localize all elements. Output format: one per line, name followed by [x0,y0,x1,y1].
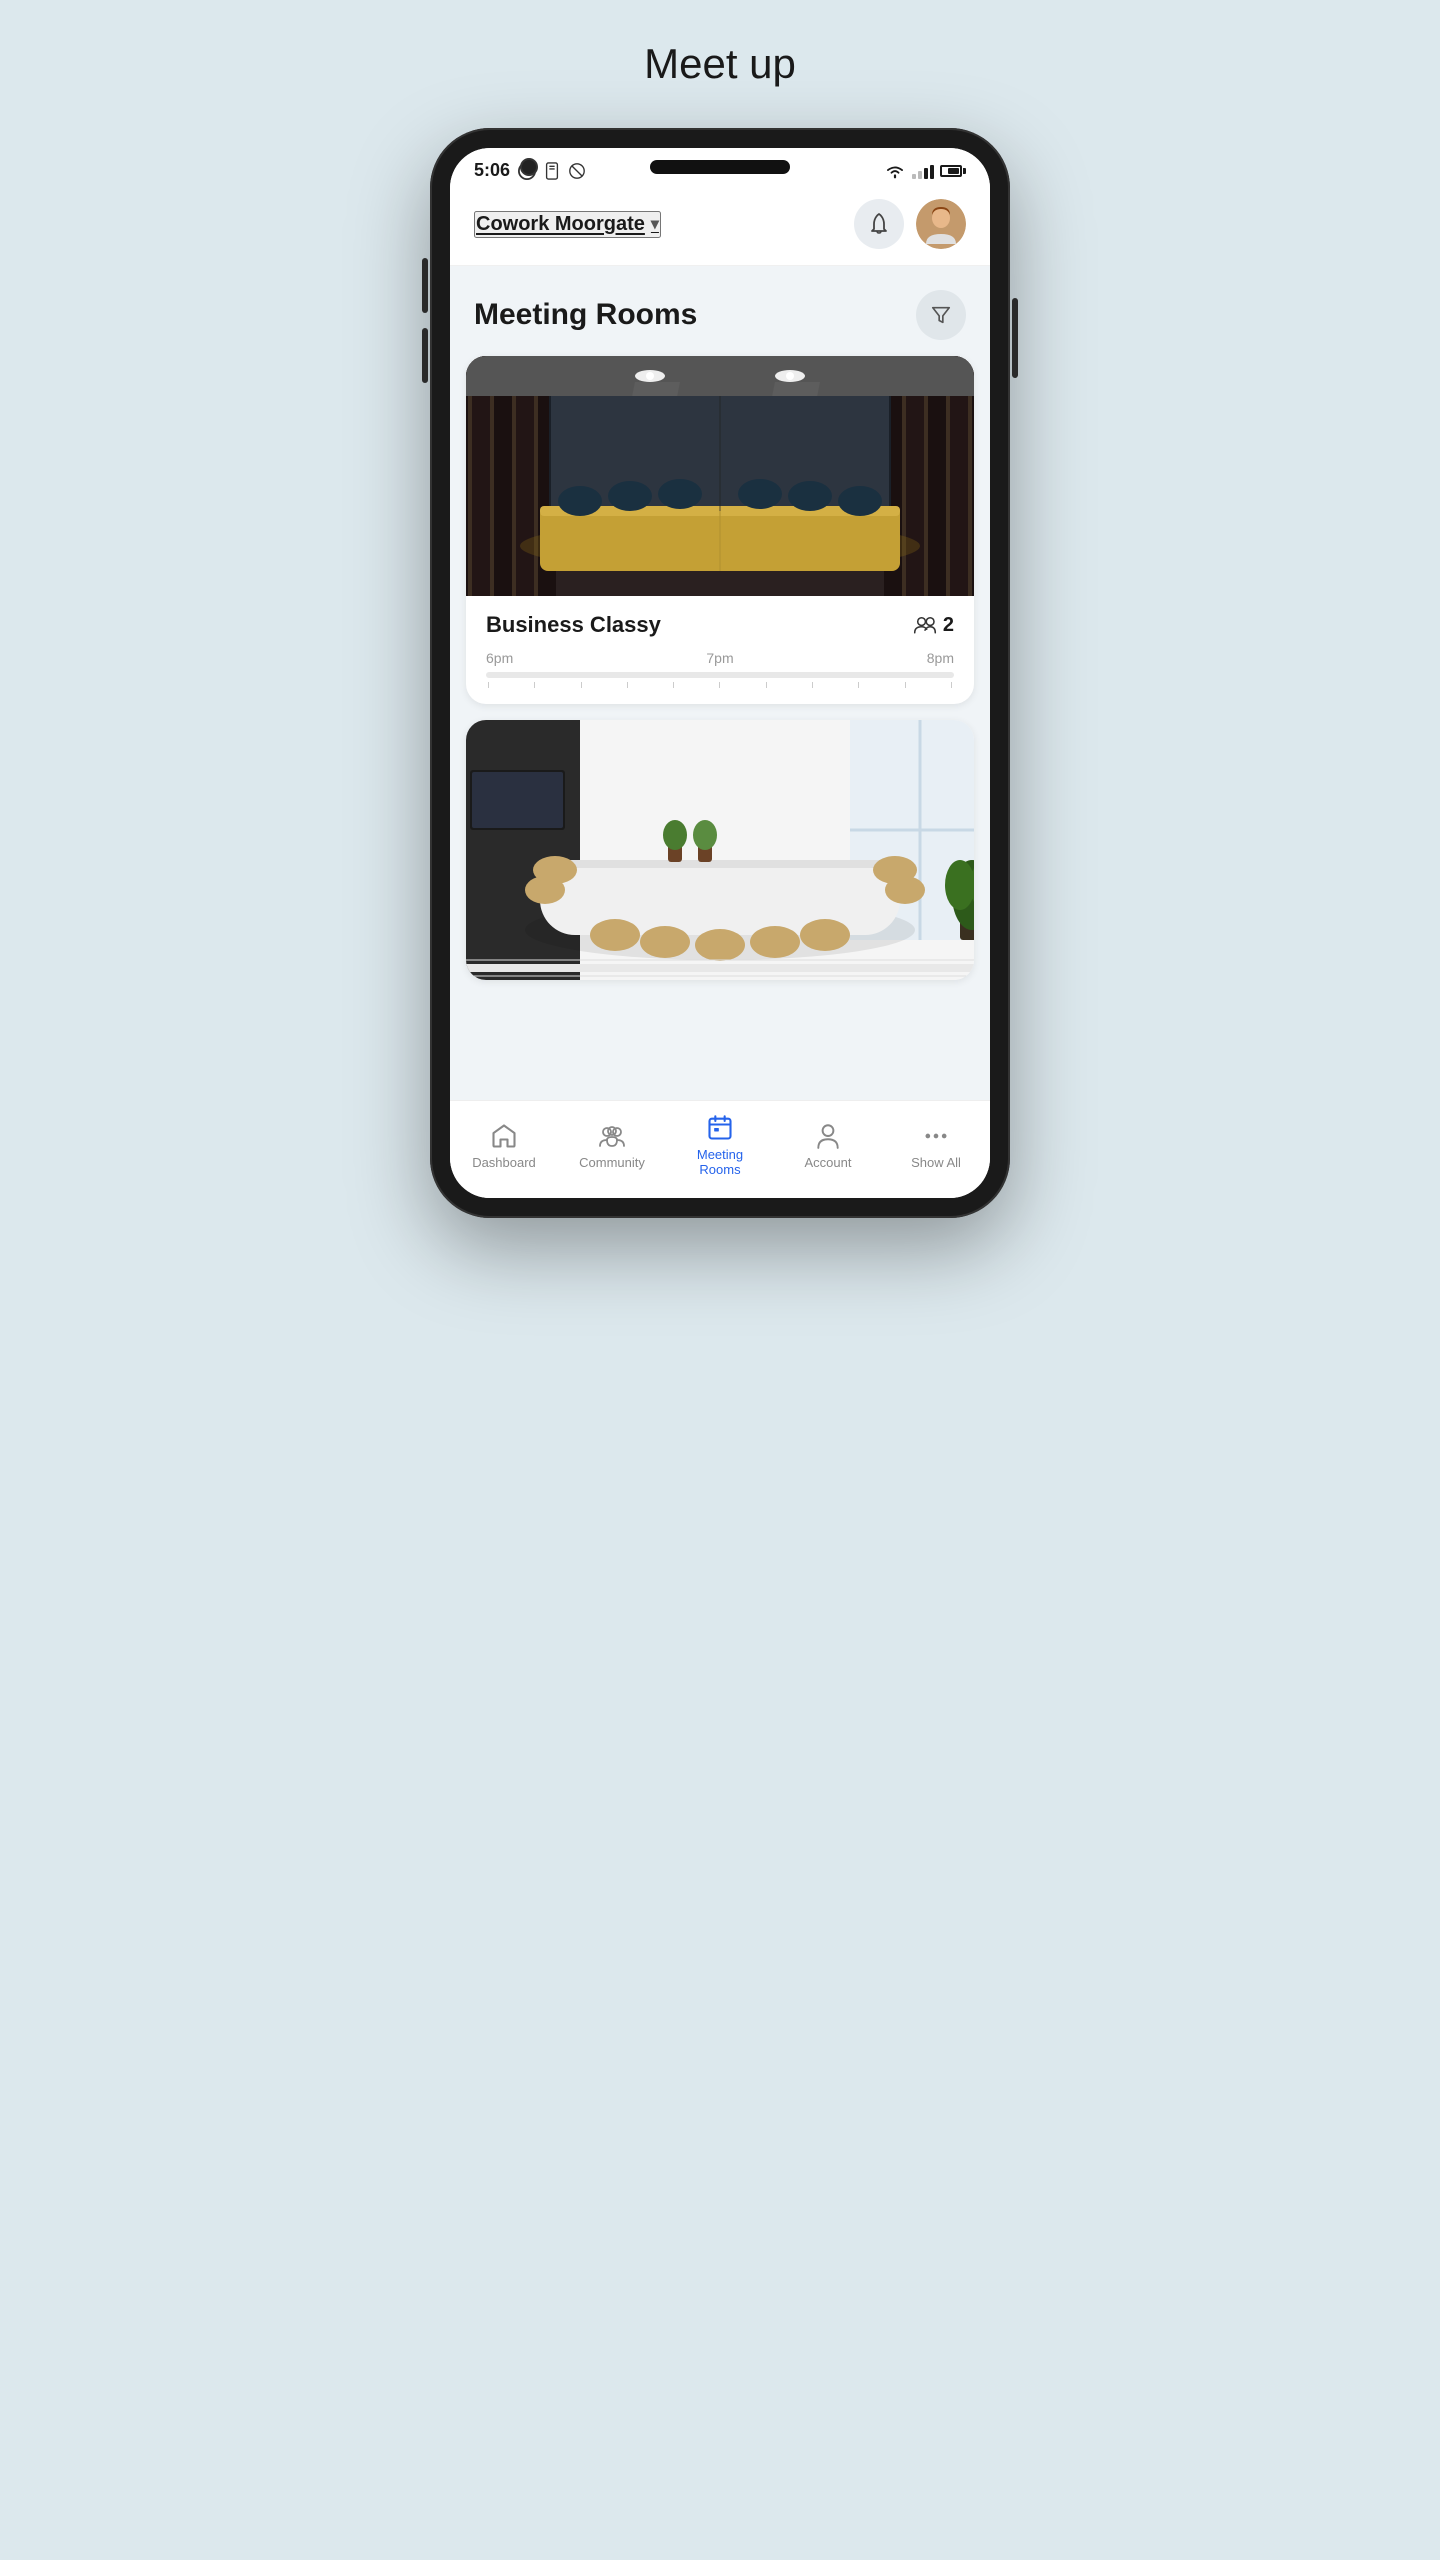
account-icon-container [813,1121,843,1151]
capacity-number-1: 2 [943,614,954,637]
nav-item-dashboard[interactable]: Dashboard [450,1121,558,1171]
show-all-label: Show All [911,1155,961,1171]
account-label: Account [805,1155,852,1171]
dashboard-icon-container [489,1121,519,1151]
room-image-1 [466,356,974,596]
avatar-button[interactable] [916,199,966,249]
page-title: Meet up [644,40,796,88]
time-mid-1: 7pm [706,650,733,666]
location-selector[interactable]: Cowork Moorgate ▾ [474,211,661,238]
no-signal-icon [568,162,586,180]
home-icon [490,1122,518,1150]
community-label: Community [579,1155,645,1171]
meeting-rooms-icon-container [705,1113,735,1143]
storage-icon [544,162,560,180]
filter-icon [930,304,952,326]
room-card-1-info: Business Classy 2 [466,596,974,704]
location-name: Cowork Moorgate [476,213,645,236]
room-name-1: Business Classy [486,612,661,638]
power-button [1012,298,1018,378]
battery-indicator [940,165,966,177]
room-card-1[interactable]: Business Classy 2 [466,356,974,704]
time-end-1: 8pm [927,650,954,666]
wifi-icon [884,163,906,179]
nav-item-show-all[interactable]: Show All [882,1121,990,1171]
volume-up-button [422,258,428,313]
phone-device: 5:06 [430,128,1010,1218]
notification-button[interactable] [854,199,904,249]
status-time: 5:06 [474,160,510,181]
more-icon [922,1122,950,1150]
bottom-nav: Dashboard Community [450,1100,990,1198]
volume-down-button [422,328,428,383]
person-icon [815,1122,841,1150]
room-name-row-1: Business Classy 2 [486,612,954,638]
app-header: Cowork Moorgate ▾ [450,189,990,266]
user-avatar [916,199,966,249]
nav-item-community[interactable]: Community [558,1121,666,1171]
timeline-track-1 [486,672,954,678]
community-icon [597,1123,627,1149]
camera [520,158,538,176]
phone-screen: 5:06 [450,148,990,1198]
filter-button[interactable] [916,290,966,340]
main-content: Meeting Rooms [450,266,990,1100]
chevron-down-icon: ▾ [651,214,659,234]
section-header: Meeting Rooms [450,266,990,356]
nav-item-account[interactable]: Account [774,1121,882,1171]
timeline-1: 6pm 7pm 8pm [486,650,954,666]
nav-item-meeting-rooms[interactable]: Meeting Rooms [666,1113,774,1178]
header-actions [854,199,966,249]
room-card-2[interactable] [466,720,974,980]
dashboard-label: Dashboard [472,1155,536,1171]
signal-bars [912,163,934,179]
bell-icon [867,212,891,236]
room-capacity-1: 2 [913,614,954,637]
time-start-1: 6pm [486,650,513,666]
show-all-icon-container [921,1121,951,1151]
meeting-rooms-label: Meeting Rooms [697,1147,743,1178]
section-title: Meeting Rooms [474,298,697,332]
people-icon [913,615,937,635]
calendar-icon [706,1114,734,1142]
community-icon-container [597,1121,627,1151]
room-image-2 [466,720,974,980]
